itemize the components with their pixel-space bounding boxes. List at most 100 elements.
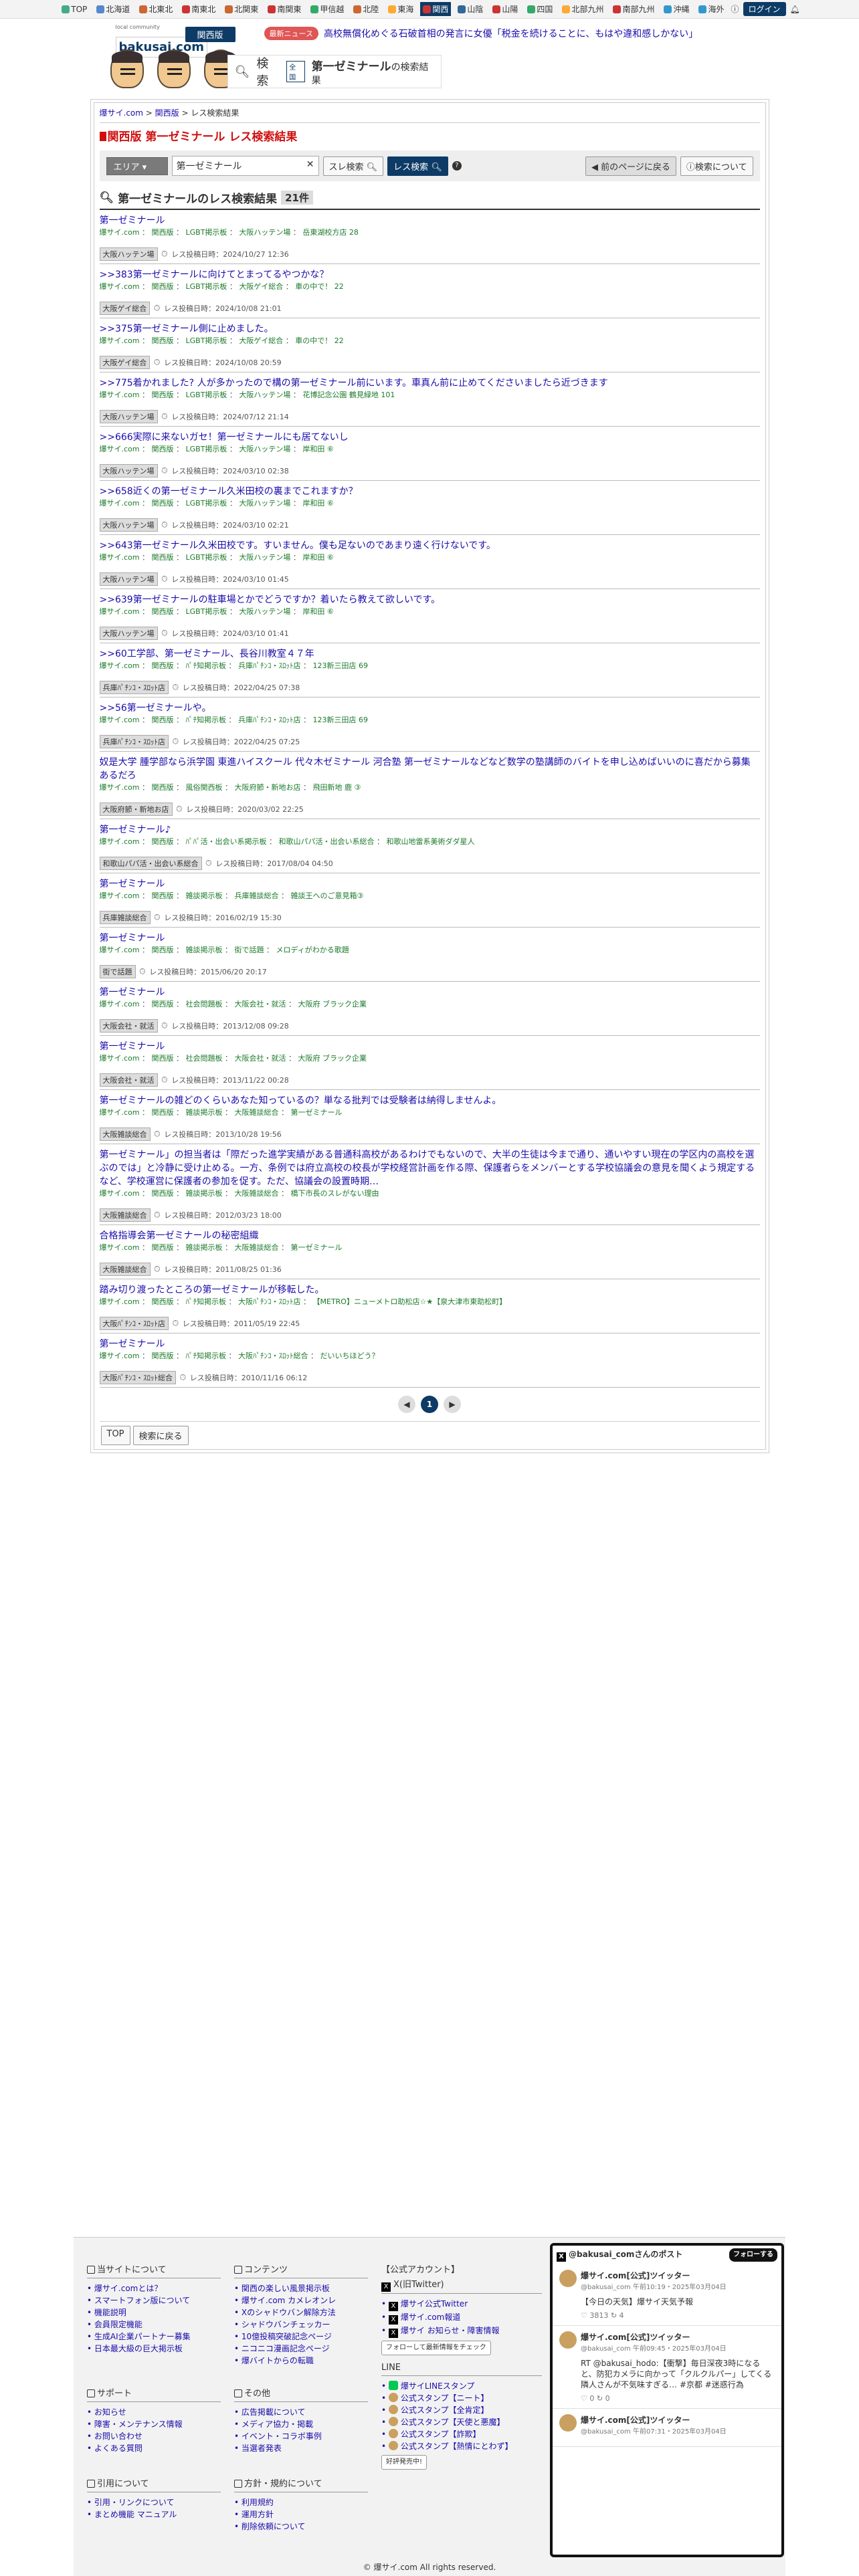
result-site[interactable]: 爆サイ.com xyxy=(100,1243,140,1252)
result-category-tag[interactable]: 兵庫雑談総合 xyxy=(99,911,151,924)
result-category-tag[interactable]: 兵庫ﾊﾟﾁﾝｺ・ｽﾛｯﾄ店 xyxy=(99,735,169,748)
result-sub[interactable]: 大阪ゲイ総合 xyxy=(239,336,283,345)
result-region[interactable]: 関西版 xyxy=(152,891,174,900)
region-link[interactable]: 山陰 xyxy=(455,2,486,16)
result-title[interactable]: 第一ゼミナール♪ xyxy=(100,823,760,837)
result-region[interactable]: 関西版 xyxy=(152,1297,174,1306)
result-region[interactable]: 関西版 xyxy=(152,837,174,846)
result-sub[interactable]: 大阪雑談総合 xyxy=(235,1108,279,1117)
result-sub[interactable]: 大阪府節・新地お店 xyxy=(235,783,301,792)
result-title[interactable]: 第一ゼミナール xyxy=(100,1040,760,1053)
result-region[interactable]: 関西版 xyxy=(152,553,174,562)
result-site[interactable]: 爆サイ.com xyxy=(100,1000,140,1008)
result-region[interactable]: 関西版 xyxy=(152,1108,174,1117)
footer-other-link[interactable]: イベント・コラボ事例 xyxy=(234,2430,368,2442)
result-category-tag[interactable]: 大阪会社・就活 xyxy=(99,1019,158,1033)
result-title[interactable]: >>383第一ゼミナールに向けてとまってるやつかな？ xyxy=(100,268,760,282)
result-title[interactable]: 第一ゼミナール xyxy=(100,932,760,945)
result-region[interactable]: 関西版 xyxy=(152,1352,174,1360)
line-stamp-link[interactable]: 爆サイLINEスタンプ xyxy=(381,2380,542,2392)
footer-contents-link[interactable]: Xのシャドウバン解除方法 xyxy=(234,2306,368,2319)
result-thread[interactable]: 飛田新地 鹿 ③ xyxy=(313,783,361,792)
result-sub[interactable]: 大阪ハッテン場 xyxy=(239,391,290,399)
result-site[interactable]: 爆サイ.com xyxy=(100,445,140,453)
result-category-tag[interactable]: 大阪ハッテン場 xyxy=(99,410,158,423)
result-region[interactable]: 関西版 xyxy=(152,716,174,724)
result-thread[interactable]: 【METRO】ニューメトロ助松店☆★【泉大津市東助松町】 xyxy=(313,1297,507,1306)
result-region[interactable]: 関西版 xyxy=(152,783,174,792)
result-region[interactable]: 関西版 xyxy=(152,1000,174,1008)
result-sub[interactable]: 大阪雑談総合 xyxy=(235,1243,279,1252)
result-category-tag[interactable]: 大阪ハッテン場 xyxy=(99,572,158,586)
result-title[interactable]: >>666実際に来ないガセ！第一ゼミナールにも居てないし xyxy=(100,431,760,444)
result-board[interactable]: LGBT掲示板 xyxy=(186,553,227,562)
result-sub[interactable]: 大阪ハッテン場 xyxy=(239,499,290,508)
footer-about-link[interactable]: スマートフォン版について xyxy=(87,2294,221,2306)
breadcrumb-region[interactable]: 関西版 xyxy=(155,108,179,118)
top-button[interactable]: TOP xyxy=(100,1426,130,1445)
result-board[interactable]: LGBT掲示板 xyxy=(186,228,227,237)
result-thread[interactable]: 車の中で！ 22 xyxy=(295,336,344,345)
footer-other-link[interactable]: 広告掲載について xyxy=(234,2406,368,2418)
line-stamp-link[interactable]: 公式スタンプ【全肯定】 xyxy=(381,2404,542,2416)
result-title[interactable]: 合格指導会第一ゼミナールの秘密組織 xyxy=(100,1229,760,1243)
footer-policy-link[interactable]: 運用方針 xyxy=(234,2508,368,2520)
result-sub[interactable]: 大阪ゲイ総合 xyxy=(239,282,283,291)
result-region[interactable]: 関西版 xyxy=(152,946,174,954)
result-sub[interactable]: 大阪会社・就活 xyxy=(235,1000,286,1008)
region-link[interactable]: 北部九州 xyxy=(559,2,606,16)
result-board[interactable]: LGBT掲示板 xyxy=(186,282,227,291)
result-site[interactable]: 爆サイ.com xyxy=(100,228,140,237)
tweet[interactable]: 爆サイ.com[公式]ツイッター @bakusai_com 午前07:31・202… xyxy=(553,2409,781,2447)
result-category-tag[interactable]: 大阪ハッテン場 xyxy=(99,247,158,261)
result-category-tag[interactable]: 兵庫ﾊﾟﾁﾝｺ・ｽﾛｯﾄ店 xyxy=(99,681,169,694)
result-sub[interactable]: 兵庫雑談総合 xyxy=(235,891,279,900)
line-stamp-link[interactable]: 公式スタンプ【ニート】 xyxy=(381,2392,542,2404)
result-region[interactable]: 関西版 xyxy=(152,1189,174,1198)
result-site[interactable]: 爆サイ.com xyxy=(100,1297,140,1306)
result-board[interactable]: 雑談掲示板 xyxy=(186,946,223,954)
result-sub[interactable]: 大阪ハッテン場 xyxy=(239,445,290,453)
region-link[interactable]: 北東北 xyxy=(136,2,175,16)
result-site[interactable]: 爆サイ.com xyxy=(100,837,140,846)
result-thread[interactable]: 123新三田店 69 xyxy=(313,661,369,670)
result-site[interactable]: 爆サイ.com xyxy=(100,716,140,724)
result-region[interactable]: 関西版 xyxy=(152,661,174,670)
result-region[interactable]: 関西版 xyxy=(152,282,174,291)
result-category-tag[interactable]: 大阪ハッテン場 xyxy=(99,464,158,477)
help-icon[interactable]: ? xyxy=(452,161,462,171)
result-title[interactable]: 第一ゼミナール xyxy=(100,877,760,891)
result-thread[interactable]: 雑談王へのご意見箱③ xyxy=(291,891,364,900)
result-category-tag[interactable]: 大阪ﾊﾟﾁﾝｺ・ｽﾛｯﾄ総合 xyxy=(99,1371,176,1384)
footer-quote-link[interactable]: 引用・リンクについて xyxy=(87,2496,221,2508)
result-board[interactable]: ﾊﾟﾁ知掲示板 xyxy=(186,661,227,670)
result-site[interactable]: 爆サイ.com xyxy=(100,607,140,616)
result-thread[interactable]: 岸和田 ⑥ xyxy=(302,553,333,562)
result-thread[interactable]: 和歌山地雷系美術ダダ星人 xyxy=(387,837,475,846)
result-board[interactable]: ﾊﾟﾁ知掲示板 xyxy=(186,1352,227,1360)
footer-contents-link[interactable]: 10億投稿突破記念ページ xyxy=(234,2331,368,2343)
result-site[interactable]: 爆サイ.com xyxy=(100,553,140,562)
result-category-tag[interactable]: 大阪ハッテン場 xyxy=(99,518,158,532)
result-sub[interactable]: 街で話題 xyxy=(235,946,264,954)
region-link[interactable]: 北海道 xyxy=(94,2,132,16)
result-title[interactable]: 奴是大学 腫学部なら浜学園 東進ハイスクール 代々木ゼミナール 河合塾 第一ゼミ… xyxy=(100,756,760,782)
info-icon[interactable]: ⓘ xyxy=(731,3,739,15)
result-board[interactable]: ﾊﾟﾁ知掲示板 xyxy=(186,716,227,724)
x-account-link[interactable]: X爆サイ.com報道 xyxy=(381,2311,542,2325)
result-thread[interactable]: 岸和田 ⑥ xyxy=(302,607,333,616)
current-page[interactable]: 1 xyxy=(421,1396,438,1413)
result-board[interactable]: 雑談掲示板 xyxy=(186,1243,223,1252)
result-title[interactable]: >>639第一ゼミナールの駐車場とかでどうですか？着いたら教えて欲しいです。 xyxy=(100,593,760,607)
follow-button[interactable]: フォローして最新情報をチェック xyxy=(381,2341,491,2355)
region-link[interactable]: 海外 xyxy=(696,2,727,16)
result-category-tag[interactable]: 大阪ﾊﾟﾁﾝｺ・ｽﾛｯﾄ店 xyxy=(99,1317,169,1330)
thread-search-button[interactable]: スレ検索 🔍︎ xyxy=(322,156,384,176)
result-sub[interactable]: 大阪ハッテン場 xyxy=(239,228,290,237)
result-board[interactable]: 社会問題板 xyxy=(186,1054,223,1063)
region-link[interactable]: 山陽 xyxy=(490,2,520,16)
result-sub[interactable]: 兵庫ﾊﾟﾁﾝｺ・ｽﾛｯﾄ店 xyxy=(238,661,301,670)
footer-about-link[interactable]: 日本最大級の巨大掲示板 xyxy=(87,2343,221,2355)
result-title[interactable]: 第一ゼミナール xyxy=(100,986,760,999)
region-link[interactable]: 東海 xyxy=(385,2,416,16)
